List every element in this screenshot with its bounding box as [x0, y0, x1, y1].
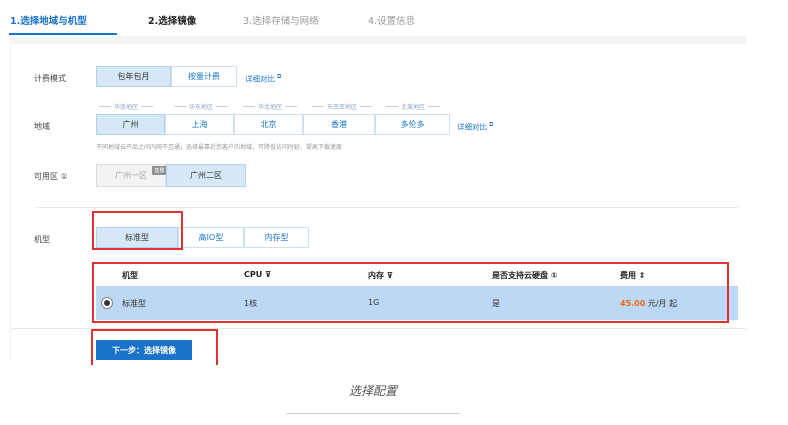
external-link-icon: ⧉	[489, 121, 494, 128]
step-nav: 1.选择地域与机型 2.选择镜像 3.选择存储与网络 4.设置信息	[0, 0, 788, 36]
panel-topbar	[10, 36, 746, 44]
region-compare-link[interactable]: 详细对比 ⧉	[457, 121, 493, 133]
billing-option-yearly-monthly[interactable]: 包年包月	[96, 66, 171, 87]
model-label: 机型	[34, 235, 50, 244]
sold-out-badge: 售罄	[152, 166, 167, 175]
region-option-beijing[interactable]: 北京	[234, 114, 303, 135]
region-hint: 不同地域云产品之间内网不互通；选择最靠近您客户的地域，可降低访问时延、提高下载速…	[96, 144, 343, 151]
region-group-east: 华东地区	[171, 102, 231, 111]
region-group-north: 华北地区	[240, 102, 300, 111]
highlight-box-model	[92, 211, 183, 250]
figure-caption: 选择配置	[348, 384, 397, 398]
region-group-southeast-asia: 东南亚地区	[309, 102, 375, 111]
region-option-toronto[interactable]: 多伦多	[375, 114, 450, 135]
external-link-icon: ⧉	[277, 73, 282, 80]
caption-underline	[286, 413, 460, 414]
zone-label: 可用区 ①	[34, 172, 68, 181]
step-settings[interactable]: 4.设置信息	[368, 16, 415, 28]
region-group-north-america: 北美地区	[383, 102, 443, 111]
billing-label: 计费模式	[34, 74, 66, 83]
section-divider	[36, 207, 738, 208]
model-option-high-io[interactable]: 高IO型	[178, 227, 244, 248]
active-step-underline	[9, 33, 117, 35]
highlight-box-table	[92, 262, 729, 323]
billing-option-pay-as-you-go[interactable]: 按量计费	[171, 66, 237, 87]
model-option-memory[interactable]: 内存型	[244, 227, 309, 248]
zone-option-guangzhou-2[interactable]: 广州二区	[166, 164, 246, 187]
highlight-box-next	[91, 329, 218, 365]
region-label: 地域	[34, 122, 50, 131]
region-option-guangzhou[interactable]: 广州	[96, 114, 165, 135]
billing-compare-link[interactable]: 详细对比 ⧉	[245, 73, 281, 85]
region-option-hongkong[interactable]: 香港	[303, 114, 375, 135]
step-region-model[interactable]: 1.选择地域与机型	[10, 16, 87, 28]
region-group-south: 华南地区	[96, 102, 156, 111]
region-option-shanghai[interactable]: 上海	[165, 114, 234, 135]
step-storage-network[interactable]: 3.选择存储与网络	[243, 16, 319, 28]
step-image[interactable]: 2.选择镜像	[148, 16, 196, 28]
